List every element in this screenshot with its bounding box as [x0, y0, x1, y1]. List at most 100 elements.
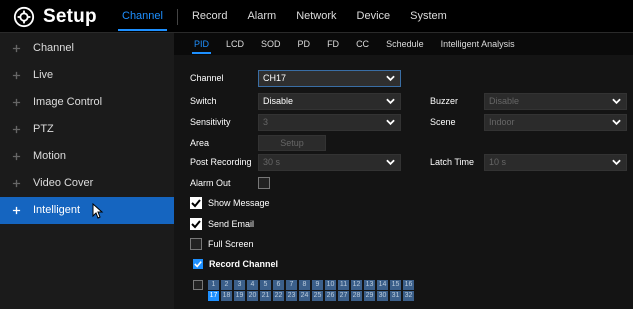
channel-grid-row: 1 2 3 4 5 6 7 8 9 10 11 12 13 14 15 16 [208, 280, 416, 290]
sidebar-item-image-control[interactable]: Image Control [0, 89, 174, 116]
latch-time-select[interactable]: 10 s [484, 153, 627, 171]
scene-value: Indoor [489, 117, 515, 127]
gear-icon [13, 6, 35, 28]
tab-pd[interactable]: PD [298, 39, 311, 49]
channel-cell[interactable]: 9 [312, 280, 323, 290]
record-channel-checkbox[interactable] [193, 259, 203, 269]
channel-cell[interactable]: 30 [377, 291, 388, 301]
channel-value: CH17 [263, 73, 287, 83]
bullet-icon [12, 44, 21, 52]
channel-cell[interactable]: 10 [325, 280, 336, 290]
tab-sod[interactable]: SOD [261, 39, 281, 49]
channel-row: Channel CH17 [190, 69, 401, 87]
sidebar-item-label: Channel [33, 42, 74, 55]
buzzer-value: Disable [489, 96, 520, 106]
sidebar-item-label: Intelligent [33, 204, 81, 217]
channel-cell[interactable]: 23 [286, 291, 297, 301]
nav-device[interactable]: Device [357, 0, 391, 33]
channel-cell[interactable]: 13 [364, 280, 375, 290]
channel-cell[interactable]: 4 [247, 280, 258, 290]
send-email-row: Send Email [190, 215, 254, 233]
channel-cell[interactable]: 3 [234, 280, 245, 290]
sidebar-item-label: Motion [33, 150, 67, 163]
channel-cell[interactable]: 20 [247, 291, 258, 301]
brand: Setup [13, 5, 97, 29]
sidebar-item-live[interactable]: Live [0, 62, 174, 89]
latch-time-value: 10 s [489, 157, 507, 167]
channel-cell[interactable]: 19 [234, 291, 245, 301]
channel-cell[interactable]: 28 [351, 291, 362, 301]
sidebar-item-label: PTZ [33, 123, 54, 136]
chevron-down-icon [612, 98, 621, 104]
nav-channel[interactable]: Channel [118, 0, 167, 33]
channel-cell[interactable]: 18 [221, 291, 232, 301]
nav-record[interactable]: Record [192, 0, 227, 33]
post-recording-select[interactable]: 30 s [258, 153, 401, 171]
channel-cell[interactable]: 1 [208, 280, 219, 290]
tab-lcd[interactable]: LCD [226, 39, 244, 49]
channel-cell[interactable]: 24 [299, 291, 310, 301]
tab-fd[interactable]: FD [327, 39, 339, 49]
chevron-down-icon [612, 119, 621, 125]
channel-cell[interactable]: 7 [286, 280, 297, 290]
checkmark-icon [191, 199, 201, 208]
sidebar-item-motion[interactable]: Motion [0, 143, 174, 170]
channel-cell[interactable]: 14 [377, 280, 388, 290]
sidebar-item-intelligent[interactable]: Intelligent [0, 197, 174, 224]
area-setup-button[interactable]: Setup [258, 135, 326, 151]
tab-pid[interactable]: PID [191, 39, 212, 54]
bullet-icon [12, 206, 21, 214]
channel-cell[interactable]: 2 [221, 280, 232, 290]
show-message-checkbox[interactable] [190, 197, 202, 209]
channel-cell[interactable]: 15 [390, 280, 401, 290]
channel-cell[interactable]: 22 [273, 291, 284, 301]
latch-time-label: Latch Time [430, 157, 475, 167]
alarm-out-checkbox[interactable] [258, 177, 270, 189]
channel-cell[interactable]: 12 [351, 280, 362, 290]
tab-intelligent-analysis[interactable]: Intelligent Analysis [441, 39, 515, 49]
channel-cell[interactable]: 8 [299, 280, 310, 290]
post-recording-value: 30 s [263, 157, 281, 167]
sub-tabs: PID LCD SOD PD FD CC Schedule Intelligen… [174, 33, 633, 55]
switch-select[interactable]: Disable [258, 92, 401, 110]
channel-cell[interactable]: 26 [325, 291, 336, 301]
channel-cell[interactable]: 29 [364, 291, 375, 301]
nav-network[interactable]: Network [296, 0, 336, 33]
area-row: Area Setup [190, 134, 326, 152]
channel-cell[interactable]: 27 [338, 291, 349, 301]
buzzer-row: Buzzer Disable [430, 92, 627, 110]
channel-cell[interactable]: 16 [403, 280, 414, 290]
sidebar-item-label: Video Cover [33, 177, 94, 190]
channel-cell[interactable]: 25 [312, 291, 323, 301]
post-recording-label: Post Recording [190, 157, 252, 167]
sidebar-item-video-cover[interactable]: Video Cover [0, 170, 174, 197]
send-email-checkbox[interactable] [190, 218, 202, 230]
channel-cell-selected[interactable]: 17 [208, 291, 219, 301]
sidebar-item-label: Image Control [33, 96, 103, 109]
channel-cell[interactable]: 6 [273, 280, 284, 290]
tab-cc[interactable]: CC [356, 39, 369, 49]
channel-cell[interactable]: 11 [338, 280, 349, 290]
channel-select[interactable]: CH17 [258, 69, 401, 87]
post-recording-row: Post Recording 30 s [190, 153, 401, 171]
nav-alarm[interactable]: Alarm [247, 0, 276, 33]
mouse-cursor-icon [92, 203, 104, 219]
nav-system[interactable]: System [410, 0, 447, 33]
show-message-label: Show Message [208, 198, 270, 208]
sensitivity-select[interactable]: 3 [258, 113, 401, 131]
buzzer-select[interactable]: Disable [484, 92, 627, 110]
channel-cell[interactable]: 32 [403, 291, 414, 301]
channel-cell[interactable]: 31 [390, 291, 401, 301]
scene-select[interactable]: Indoor [484, 113, 627, 131]
switch-value: Disable [263, 96, 294, 106]
sidebar-item-ptz[interactable]: PTZ [0, 116, 174, 143]
full-screen-label: Full Screen [208, 239, 254, 249]
alarm-out-label: Alarm Out [190, 178, 231, 188]
select-all-channels-checkbox[interactable] [193, 280, 203, 290]
tab-schedule[interactable]: Schedule [386, 39, 424, 49]
sidebar-item-channel[interactable]: Channel [0, 35, 174, 62]
channel-cell[interactable]: 21 [260, 291, 271, 301]
channel-cell[interactable]: 5 [260, 280, 271, 290]
latch-time-row: Latch Time 10 s [430, 153, 627, 171]
full-screen-checkbox[interactable] [190, 238, 202, 250]
